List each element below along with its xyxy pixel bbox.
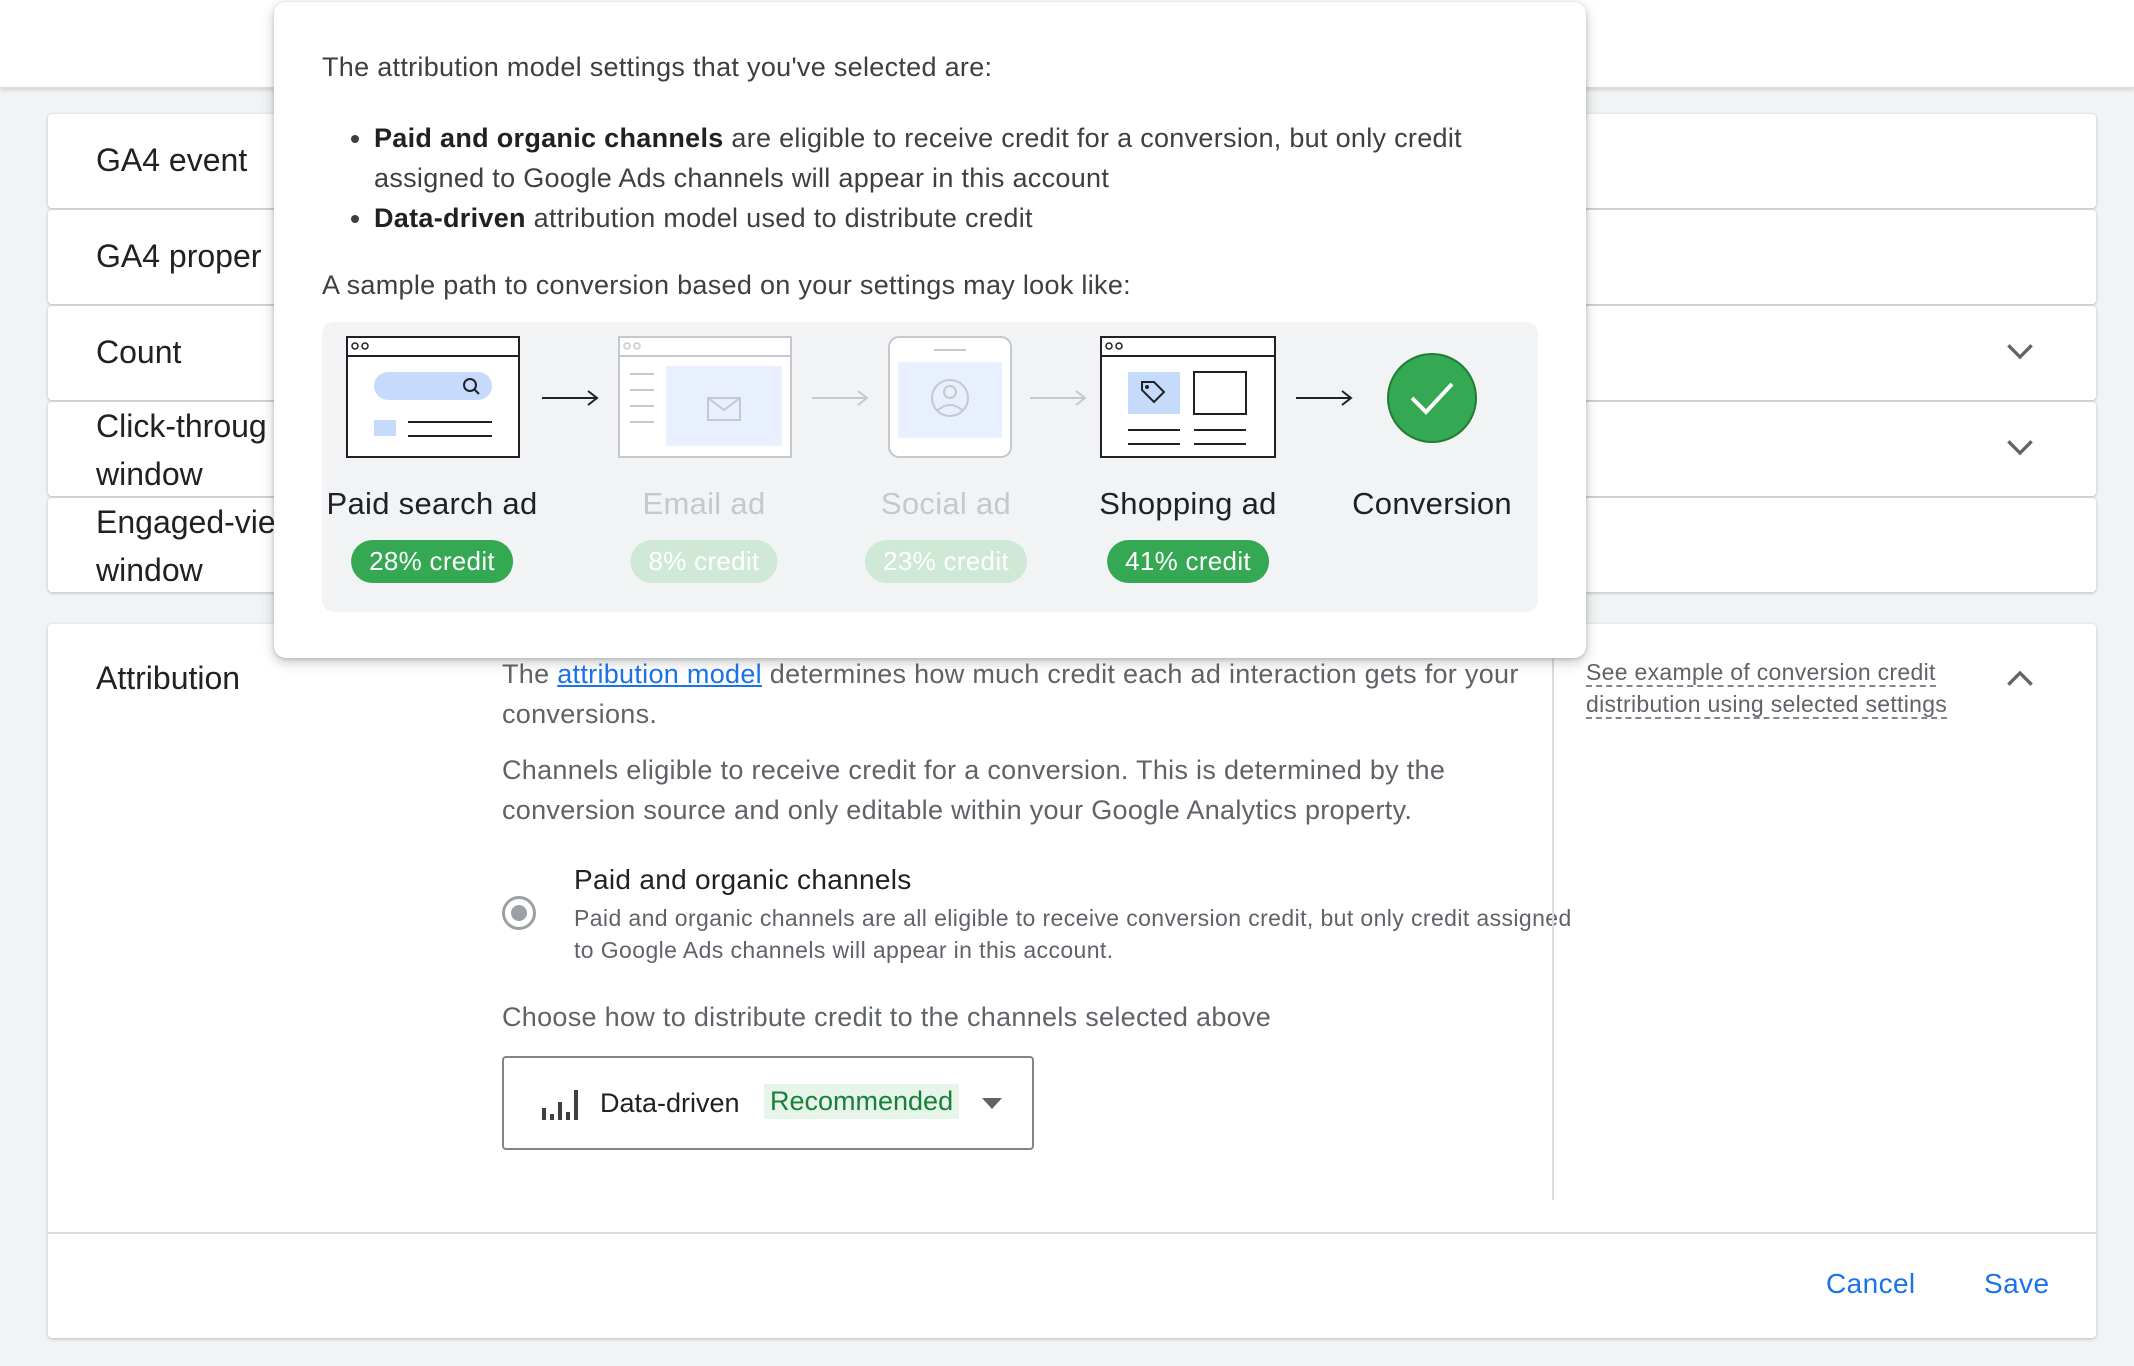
row-label: Click-throug window bbox=[96, 408, 267, 492]
step-conversion: Conversion bbox=[1322, 322, 1542, 612]
caret-down-icon bbox=[982, 1098, 1002, 1109]
save-button[interactable]: Save bbox=[1984, 1268, 2049, 1300]
paid-organic-option: Paid and organic channels Paid and organ… bbox=[502, 864, 1572, 974]
email-ad-icon bbox=[618, 336, 792, 458]
social-ad-icon bbox=[888, 336, 1012, 458]
row-label: GA4 proper bbox=[96, 238, 262, 274]
credit-badge: 8% credit bbox=[630, 540, 778, 583]
recommended-badge: Recommended bbox=[764, 1084, 960, 1119]
bullet-bold: Data-driven bbox=[374, 203, 526, 233]
step-shopping-ad: Shopping ad 41% credit bbox=[1078, 322, 1298, 612]
chevron-down-icon[interactable] bbox=[2000, 332, 2040, 372]
step-label: Conversion bbox=[1352, 486, 1512, 521]
step-social-ad: Social ad 23% credit bbox=[836, 322, 1056, 612]
credit-badge: 28% credit bbox=[351, 540, 513, 583]
attribution-model-link[interactable]: attribution model bbox=[557, 659, 762, 689]
popover-intro: The attribution model settings that you'… bbox=[322, 52, 993, 82]
desc-prefix: The bbox=[502, 659, 558, 689]
see-example-link[interactable]: See example of conversion credit distrib… bbox=[1586, 656, 1966, 720]
cancel-button[interactable]: Cancel bbox=[1826, 1268, 1916, 1300]
radio-title: Paid and organic channels bbox=[574, 864, 912, 895]
sample-path-label: A sample path to conversion based on you… bbox=[322, 270, 1131, 300]
row-label: Engaged-vie window bbox=[96, 504, 276, 588]
row-label: Count bbox=[96, 334, 182, 370]
radio-subtitle: Paid and organic channels are all eligib… bbox=[574, 905, 1572, 963]
list-item: Paid and organic channels are eligible t… bbox=[374, 118, 1534, 198]
step-paid-search-ad: Paid search ad 28% credit bbox=[322, 322, 542, 612]
step-label: Paid search ad bbox=[326, 486, 538, 521]
attribution-title: Attribution bbox=[96, 660, 241, 696]
step-label: Email ad bbox=[642, 486, 766, 521]
credit-badge: 23% credit bbox=[865, 540, 1027, 583]
step-label: Social ad bbox=[880, 486, 1012, 521]
vertical-divider bbox=[1552, 624, 1554, 1200]
attribution-example-popover: The attribution model settings that you'… bbox=[274, 2, 1586, 658]
attribution-description: The attribution model determines how muc… bbox=[502, 654, 1552, 734]
step-email-ad: Email ad 8% credit bbox=[594, 322, 814, 612]
distribution-label: Choose how to distribute credit to the c… bbox=[502, 1002, 1272, 1032]
attribution-model-dropdown[interactable]: Data-driven Recommended bbox=[502, 1056, 1034, 1150]
attribution-card: Attribution The attribution model determ… bbox=[48, 624, 2096, 1338]
chevron-up-icon[interactable] bbox=[2000, 658, 2040, 698]
radio-button[interactable] bbox=[502, 896, 536, 930]
checkmark-icon bbox=[1387, 353, 1477, 443]
arrow-right-icon bbox=[542, 390, 599, 406]
row-label: GA4 event bbox=[96, 142, 248, 178]
dropdown-value: Data-driven bbox=[600, 1088, 740, 1118]
credit-badge: 41% credit bbox=[1107, 540, 1269, 583]
settings-list: Paid and organic channels are eligible t… bbox=[374, 118, 1534, 238]
conversion-path: Paid search ad 28% credit Email ad 8% cr… bbox=[322, 322, 1538, 612]
bullet-bold: Paid and organic channels bbox=[374, 123, 724, 153]
bar-chart-icon bbox=[542, 1090, 578, 1120]
bullet-text: attribution model used to distribute cre… bbox=[525, 203, 1033, 233]
channels-description: Channels eligible to receive credit for … bbox=[502, 755, 1446, 825]
see-example-text: See example of conversion credit distrib… bbox=[1586, 659, 1948, 719]
step-label: Shopping ad bbox=[1099, 486, 1277, 521]
search-ad-icon bbox=[346, 336, 520, 458]
chevron-down-icon[interactable] bbox=[2000, 428, 2040, 468]
list-item: Data-driven attribution model used to di… bbox=[374, 198, 1534, 238]
shopping-ad-icon bbox=[1100, 336, 1276, 458]
horizontal-divider bbox=[48, 1232, 2096, 1234]
